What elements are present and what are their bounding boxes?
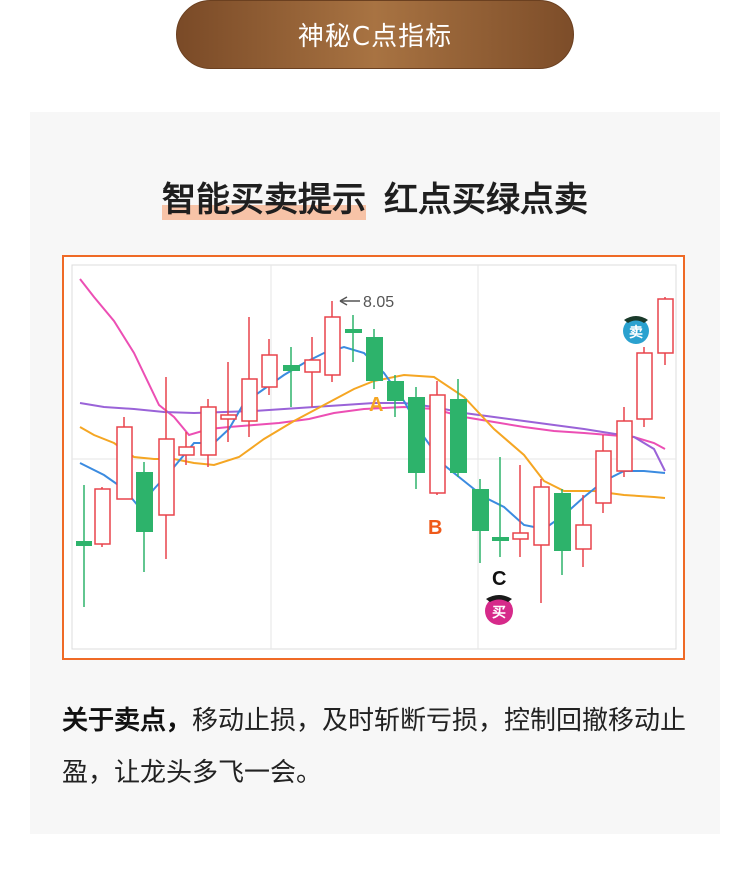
candle-up — [636, 352, 653, 420]
candle-down — [366, 337, 383, 381]
candle-down — [136, 472, 153, 532]
sell-signal-text: 卖 — [629, 324, 643, 341]
candle-down — [76, 541, 92, 546]
point-label-c: C — [492, 568, 506, 590]
candle-down — [492, 537, 509, 541]
candle-down — [472, 489, 489, 531]
candle-up — [595, 450, 612, 504]
candle-up — [575, 524, 592, 550]
peak-label: 8.05 — [363, 294, 394, 311]
candle-up — [200, 406, 217, 456]
headline: 智能买卖提示 红点买绿点卖 — [0, 172, 750, 221]
candle-up — [261, 354, 278, 388]
description-bold: 关于卖点， — [62, 706, 193, 736]
point-label-a: A — [369, 394, 383, 416]
buy-signal-badge: 买 — [485, 595, 513, 625]
candle-up — [94, 488, 111, 545]
candle-down — [387, 381, 404, 401]
candle-up — [178, 446, 195, 456]
headline-highlight: 智能买卖提示 — [162, 180, 366, 220]
headline-rest: 红点买绿点卖 — [384, 180, 588, 220]
point-label-b: B — [428, 517, 442, 539]
banner-title: 神秘C点指标 — [297, 22, 453, 52]
candle-up — [616, 420, 633, 472]
candle-up — [429, 394, 446, 494]
sell-signal-badge: 卖 — [623, 316, 649, 344]
buy-signal-text: 买 — [492, 605, 506, 621]
candle-up — [241, 378, 258, 422]
candle-up — [324, 316, 341, 376]
candle-up — [512, 532, 529, 540]
candle-down — [345, 329, 362, 333]
candle-up — [116, 426, 133, 500]
candle-up — [158, 438, 175, 516]
candlestick-chart: 8.05 A B C 卖 买 — [62, 255, 685, 660]
description: 关于卖点，移动止损，及时斩断亏损，控制回撤移动止盈，让龙头多飞一会。 — [62, 695, 692, 799]
candle-down — [554, 493, 571, 551]
candles — [76, 297, 674, 607]
candle-up — [220, 414, 237, 420]
title-banner: 神秘C点指标 — [176, 0, 574, 69]
candle-down — [283, 365, 300, 371]
chart-svg: 8.05 A B C 卖 买 — [71, 264, 677, 650]
candle-up — [533, 486, 550, 546]
candle-up — [304, 359, 321, 373]
candle-down — [450, 399, 467, 473]
candle-up — [657, 298, 674, 354]
candle-down — [408, 397, 425, 473]
